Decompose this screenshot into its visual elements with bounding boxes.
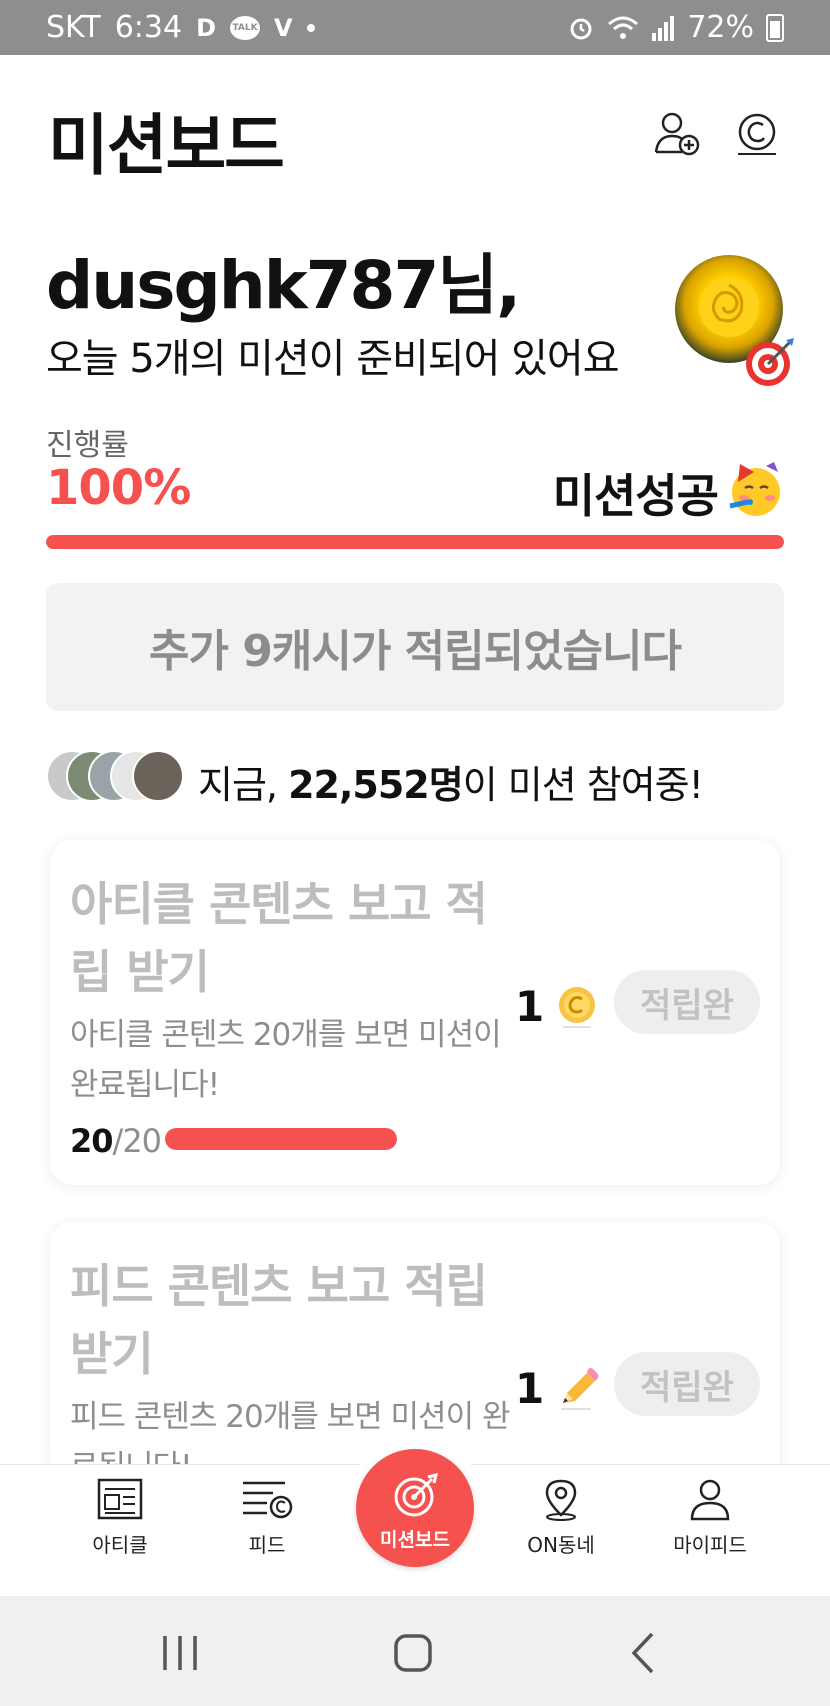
add-friend-icon[interactable] [654, 110, 700, 156]
participants-prefix: 지금, [198, 763, 278, 807]
home-icon[interactable] [388, 1628, 438, 1678]
mission-title: 아티클 콘텐츠 보고 적립 받기 [70, 877, 488, 999]
alarm-icon [570, 18, 592, 39]
coin-icon [559, 987, 595, 1028]
nav-item-feed[interactable]: 피드 [202, 1477, 332, 1558]
cash-notice: 추가 9캐시가 적립되었습니다 [46, 583, 784, 711]
wifi-icon [608, 16, 639, 39]
mission-claim-button[interactable]: 적립완 [614, 1352, 760, 1416]
pencil-icon [561, 1368, 599, 1410]
signal-icon [652, 15, 675, 41]
d-icon: D [196, 13, 217, 42]
article-icon [97, 1478, 143, 1520]
feed-icon [243, 1481, 293, 1519]
nav-item-myfeed[interactable]: 마이피드 [645, 1477, 775, 1558]
mission-card[interactable]: 아티클 콘텐츠 보고 적립 받기 아티클 콘텐츠 20개를 보면 미션이 완료됩… [50, 840, 780, 1185]
nav-item-neighborhood[interactable]: ON동네 [496, 1477, 626, 1558]
nav-item-article[interactable]: 아티클 [55, 1477, 185, 1558]
progress-value: 100% [46, 460, 191, 516]
progress-label: 진행률 [46, 428, 129, 463]
mission-title: 피드 콘텐츠 보고 적립 받기 [70, 1259, 488, 1381]
mission-description: 아티클 콘텐츠 20개를 보면 미션이 완료됩니다! [70, 1017, 502, 1103]
nav-item-missionboard[interactable]: 미션보드 [356, 1449, 474, 1567]
mission-claim-button[interactable]: 적립완 [614, 970, 760, 1034]
v-icon: V [274, 13, 293, 42]
carrier-label: SKT [46, 10, 101, 45]
recents-icon[interactable] [155, 1628, 205, 1678]
clock: 6:34 [114, 10, 183, 45]
party-face-icon [729, 462, 780, 516]
participant-avatar [132, 750, 184, 802]
mission-progress-bar [165, 1128, 397, 1150]
nav-label: ON동네 [527, 1533, 595, 1557]
mission-reward: 1 [515, 982, 545, 1031]
mission-success-label: 미션성공 [552, 469, 719, 523]
back-icon[interactable] [620, 1628, 670, 1678]
target-icon [394, 1473, 438, 1517]
mission-count-total: /20 [112, 1122, 162, 1160]
battery-percent: 72% [687, 10, 754, 45]
mission-count: 20/20 [70, 1122, 162, 1160]
progress-bar-fill [46, 535, 784, 549]
person-icon [690, 1479, 730, 1521]
nav-label: 미션보드 [380, 1529, 450, 1551]
mission-reward: 1 [515, 1364, 545, 1413]
target-emoji-icon [746, 338, 794, 386]
bottom-nav: 아티클 피드 미션보드 ON동네 마이피드 [0, 1437, 830, 1596]
cash-icon[interactable] [734, 110, 780, 156]
status-bar: SKT 6:34 D TALK V 72% [0, 0, 830, 55]
talk-icon: TALK [230, 15, 261, 40]
mission-progress-fill [165, 1128, 397, 1150]
nav-label: 피드 [248, 1533, 286, 1557]
participants-count: 22,552명 [288, 763, 464, 807]
system-nav-bar [0, 1596, 830, 1706]
greeting-subtitle: 오늘 5개의 미션이 준비되어 있어요 [46, 336, 620, 382]
dot-icon [306, 23, 315, 32]
location-icon [545, 1479, 577, 1521]
progress-bar [46, 535, 784, 549]
participants-suffix: 이 미션 참여중! [462, 763, 704, 807]
nav-label: 아티클 [92, 1533, 148, 1557]
participant-avatars [46, 750, 186, 804]
battery-icon [766, 13, 784, 42]
mission-count-done: 20 [70, 1122, 114, 1160]
greeting-name: dusghk787님, [46, 247, 521, 324]
page-title: 미션보드 [48, 107, 285, 184]
nav-label: 마이피드 [673, 1533, 747, 1557]
participants-text: 지금, 22,552명이 미션 참여중! [198, 754, 704, 809]
